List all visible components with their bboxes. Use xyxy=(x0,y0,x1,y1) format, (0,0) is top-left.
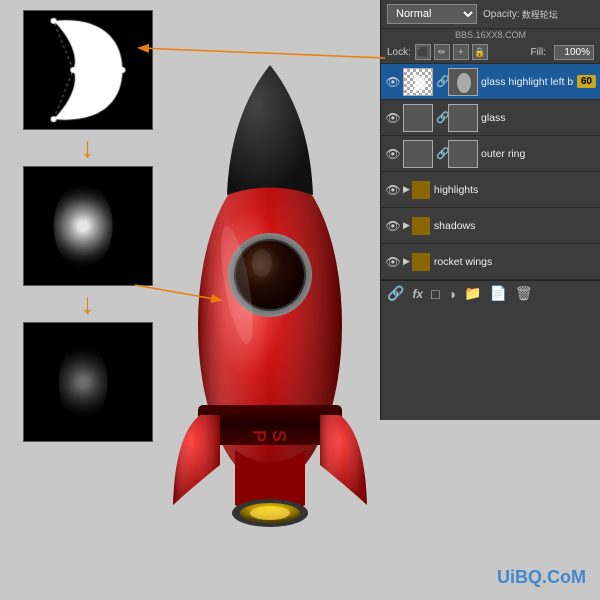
layer-outer-ring[interactable]: 👁 🔗 outer ring xyxy=(381,136,600,172)
layer-name-5: shadows xyxy=(434,220,596,232)
site-label: BBS.16XX8.COM xyxy=(381,29,600,41)
layer-name-2: glass xyxy=(481,112,596,124)
layer-glass[interactable]: 👁 🔗 glass xyxy=(381,100,600,136)
layer-mask-3 xyxy=(448,140,478,168)
lock-icons: ⬛ ✏ + 🔒 xyxy=(415,44,488,60)
fill-label: Fill: xyxy=(530,47,546,58)
step-image-3 xyxy=(23,322,153,442)
folder-icon-5 xyxy=(412,217,430,235)
step-image-1 xyxy=(23,10,153,130)
fx-icon[interactable]: fx xyxy=(412,287,423,301)
layer-name-1: glass highlight left blur xyxy=(481,76,573,88)
arrow-down-2: ↓ xyxy=(81,290,95,318)
opacity-value: 数程轮坛 xyxy=(522,8,558,21)
layer-thumb-2 xyxy=(403,104,433,132)
eye-icon-2[interactable]: 👁 xyxy=(385,110,401,126)
layer-highlights[interactable]: 👁 ▶ highlights xyxy=(381,172,600,208)
folder-create-icon[interactable]: 📁 xyxy=(464,285,481,302)
step-image-2 xyxy=(23,166,153,286)
svg-text:S: S xyxy=(269,430,289,442)
layer-link-1: 🔗 xyxy=(436,75,448,88)
delete-layer-icon[interactable]: 🗑 xyxy=(515,285,533,302)
fill-value[interactable]: 100% xyxy=(554,45,594,60)
eye-icon-6[interactable]: 👁 xyxy=(385,254,401,270)
eye-icon-4[interactable]: 👁 xyxy=(385,182,401,198)
layer-glass-highlight[interactable]: 👁 🔗 glass highlight left blur 60 xyxy=(381,64,600,100)
layer-name-4: highlights xyxy=(434,184,596,196)
layers-panel: Normal Opacity: 数程轮坛 BBS.16XX8.COM Lock:… xyxy=(380,0,600,420)
left-panel: ↓ ↓ xyxy=(0,0,175,600)
layer-link-3: 🔗 xyxy=(436,147,448,160)
folder-arrow-5: ▶ xyxy=(403,220,410,231)
lock-label: Lock: xyxy=(387,47,411,58)
folder-icon-6 xyxy=(412,253,430,271)
layer-name-3: outer ring xyxy=(481,148,596,160)
rocket-area: P S xyxy=(155,0,385,600)
folder-arrow-4: ▶ xyxy=(403,184,410,195)
lock-pos-icon[interactable]: + xyxy=(453,44,469,60)
blend-mode-select[interactable]: Normal xyxy=(387,4,477,24)
new-layer-icon[interactable]: 📄 xyxy=(489,285,506,302)
adjustment-icon[interactable]: ◑ xyxy=(448,286,456,302)
link-layers-icon[interactable]: 🔗 xyxy=(387,285,404,302)
folder-icon-4 xyxy=(412,181,430,199)
watermark: UiBQ.CoM xyxy=(497,567,586,588)
layer-badge-1: 60 xyxy=(577,75,596,88)
layer-link-2: 🔗 xyxy=(436,111,448,124)
add-mask-icon[interactable]: □ xyxy=(431,286,439,302)
layer-mask-2 xyxy=(448,104,478,132)
layer-rocket-wings[interactable]: 👁 ▶ rocket wings xyxy=(381,244,600,280)
layer-shadows[interactable]: 👁 ▶ shadows xyxy=(381,208,600,244)
blend-mode-row: Normal Opacity: 数程轮坛 xyxy=(381,0,600,29)
lock-row: Lock: ⬛ ✏ + 🔒 Fill: 100% xyxy=(381,41,600,64)
folder-arrow-6: ▶ xyxy=(403,256,410,267)
lock-paint-icon[interactable]: ✏ xyxy=(434,44,450,60)
eye-icon-3[interactable]: 👁 xyxy=(385,146,401,162)
layer-mask-1 xyxy=(448,68,478,96)
arrow-down-1: ↓ xyxy=(81,134,95,162)
lock-pixel-icon[interactable]: ⬛ xyxy=(415,44,431,60)
layers-bottom-bar: 🔗 fx □ ◑ 📁 📄 🗑 xyxy=(381,280,600,306)
svg-text:P: P xyxy=(249,430,269,442)
layers-container: 👁 🔗 glass highlight left blur 60 👁 🔗 xyxy=(381,64,600,280)
layer-name-6: rocket wings xyxy=(434,256,596,268)
layer-thumb-3 xyxy=(403,140,433,168)
eye-icon-1[interactable]: 👁 xyxy=(385,74,401,90)
layer-thumb-1 xyxy=(403,68,433,96)
eye-icon-5[interactable]: 👁 xyxy=(385,218,401,234)
rocket-svg: P S xyxy=(165,35,375,565)
lock-all-icon[interactable]: 🔒 xyxy=(472,44,488,60)
opacity-label: Opacity: xyxy=(483,9,520,20)
